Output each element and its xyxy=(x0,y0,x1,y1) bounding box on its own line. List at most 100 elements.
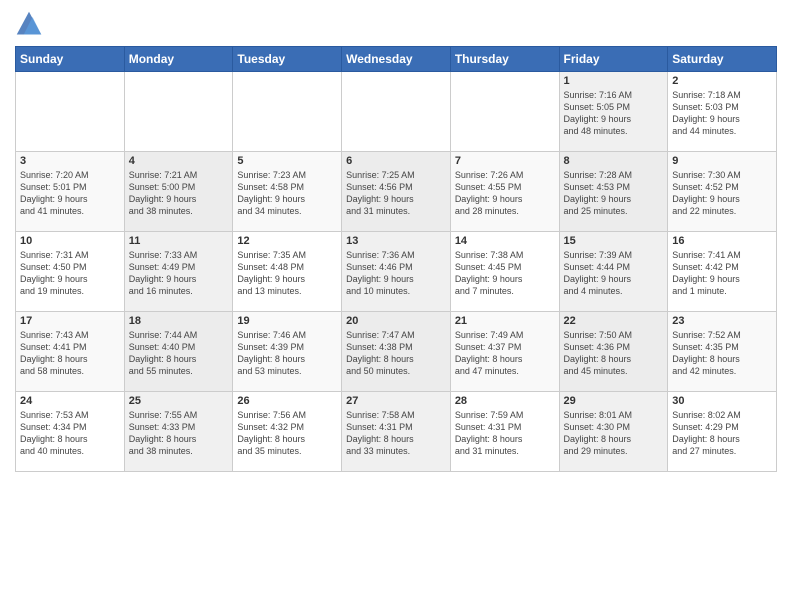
day-number: 2 xyxy=(672,75,772,87)
calendar-header-row: SundayMondayTuesdayWednesdayThursdayFrid… xyxy=(16,47,777,72)
calendar-cell: 18Sunrise: 7:44 AM Sunset: 4:40 PM Dayli… xyxy=(124,312,233,392)
day-number: 22 xyxy=(564,315,664,327)
day-info: Sunrise: 7:23 AM Sunset: 4:58 PM Dayligh… xyxy=(237,169,337,218)
calendar-cell: 10 Sunrise: 7:31 AM Sunset: 4:50 PM Dayli… xyxy=(16,232,125,312)
day-info: Sunrise: 7:36 AM Sunset: 4:46 PM Dayligh… xyxy=(346,249,446,298)
calendar-week-row: 3 Sunrise: 7:20 AM Sunset: 5:01 PM Daylig… xyxy=(16,152,777,232)
day-info: Sunrise: 8:02 AM Sunset: 4:29 PM Dayligh… xyxy=(672,409,772,458)
calendar-cell xyxy=(342,72,451,152)
day-header-saturday: Saturday xyxy=(668,47,777,72)
calendar-week-row: 1Sunrise: 7:16 AM Sunset: 5:05 PM Daylig… xyxy=(16,72,777,152)
day-number: 11 xyxy=(129,235,229,247)
day-number: 14 xyxy=(455,235,555,247)
day-number: 4 xyxy=(129,155,229,167)
day-number: 13 xyxy=(346,235,446,247)
calendar-cell: 26 Sunrise: 7:56 AM Sunset: 4:32 PM Dayli… xyxy=(233,392,342,472)
day-number: 29 xyxy=(564,395,664,407)
day-number: 8 xyxy=(564,155,664,167)
day-number: 5 xyxy=(237,155,337,167)
day-info: Sunrise: 7:47 AM Sunset: 4:38 PM Dayligh… xyxy=(346,329,446,378)
calendar-cell: 23 Sunrise: 7:52 AM Sunset: 4:35 PM Dayli… xyxy=(668,312,777,392)
calendar-cell: 28 Sunrise: 7:59 AM Sunset: 4:31 PM Dayli… xyxy=(450,392,559,472)
day-info: Sunrise: 7:39 AM Sunset: 4:44 PM Dayligh… xyxy=(564,249,664,298)
calendar-cell: 30Sunrise: 8:02 AM Sunset: 4:29 PM Dayli… xyxy=(668,392,777,472)
day-header-sunday: Sunday xyxy=(16,47,125,72)
calendar-cell: 24Sunrise: 7:53 AM Sunset: 4:34 PM Dayli… xyxy=(16,392,125,472)
day-info: Sunrise: 7:41 AM Sunset: 4:42 PM Dayligh… xyxy=(672,249,772,298)
calendar-cell: 9 Sunrise: 7:30 AM Sunset: 4:52 PM Daylig… xyxy=(668,152,777,232)
day-info: Sunrise: 7:20 AM Sunset: 5:01 PM Dayligh… xyxy=(20,169,120,218)
day-number: 19 xyxy=(237,315,337,327)
day-info: Sunrise: 7:26 AM Sunset: 4:55 PM Dayligh… xyxy=(455,169,555,218)
day-number: 28 xyxy=(455,395,555,407)
calendar-table: SundayMondayTuesdayWednesdayThursdayFrid… xyxy=(15,46,777,472)
page-container: SundayMondayTuesdayWednesdayThursdayFrid… xyxy=(0,0,792,477)
calendar-cell: 6 Sunrise: 7:25 AM Sunset: 4:56 PM Daylig… xyxy=(342,152,451,232)
day-info: Sunrise: 7:21 AM Sunset: 5:00 PM Dayligh… xyxy=(129,169,229,218)
day-info: Sunrise: 7:33 AM Sunset: 4:49 PM Dayligh… xyxy=(129,249,229,298)
day-number: 7 xyxy=(455,155,555,167)
day-info: Sunrise: 8:01 AM Sunset: 4:30 PM Dayligh… xyxy=(564,409,664,458)
calendar-cell xyxy=(450,72,559,152)
day-number: 24 xyxy=(20,395,120,407)
day-number: 9 xyxy=(672,155,772,167)
calendar-week-row: 24Sunrise: 7:53 AM Sunset: 4:34 PM Dayli… xyxy=(16,392,777,472)
calendar-week-row: 10 Sunrise: 7:31 AM Sunset: 4:50 PM Dayli… xyxy=(16,232,777,312)
day-info: Sunrise: 7:25 AM Sunset: 4:56 PM Dayligh… xyxy=(346,169,446,218)
day-header-friday: Friday xyxy=(559,47,668,72)
day-number: 15 xyxy=(564,235,664,247)
day-number: 3 xyxy=(20,155,120,167)
header xyxy=(15,10,777,38)
calendar-cell: 12 Sunrise: 7:35 AM Sunset: 4:48 PM Dayli… xyxy=(233,232,342,312)
day-info: Sunrise: 7:56 AM Sunset: 4:32 PM Dayligh… xyxy=(237,409,337,458)
day-info: Sunrise: 7:49 AM Sunset: 4:37 PM Dayligh… xyxy=(455,329,555,378)
day-info: Sunrise: 7:59 AM Sunset: 4:31 PM Dayligh… xyxy=(455,409,555,458)
day-header-monday: Monday xyxy=(124,47,233,72)
calendar-cell: 21 Sunrise: 7:49 AM Sunset: 4:37 PM Dayli… xyxy=(450,312,559,392)
day-number: 6 xyxy=(346,155,446,167)
day-info: Sunrise: 7:38 AM Sunset: 4:45 PM Dayligh… xyxy=(455,249,555,298)
calendar-cell: 4 Sunrise: 7:21 AM Sunset: 5:00 PM Daylig… xyxy=(124,152,233,232)
day-number: 20 xyxy=(346,315,446,327)
calendar-cell: 15 Sunrise: 7:39 AM Sunset: 4:44 PM Dayli… xyxy=(559,232,668,312)
calendar-cell: 8 Sunrise: 7:28 AM Sunset: 4:53 PM Daylig… xyxy=(559,152,668,232)
calendar-cell: 27Sunrise: 7:58 AM Sunset: 4:31 PM Dayli… xyxy=(342,392,451,472)
calendar-cell: 19 Sunrise: 7:46 AM Sunset: 4:39 PM Dayli… xyxy=(233,312,342,392)
calendar-cell: 11 Sunrise: 7:33 AM Sunset: 4:49 PM Dayli… xyxy=(124,232,233,312)
day-number: 16 xyxy=(672,235,772,247)
day-info: Sunrise: 7:46 AM Sunset: 4:39 PM Dayligh… xyxy=(237,329,337,378)
day-number: 21 xyxy=(455,315,555,327)
day-info: Sunrise: 7:30 AM Sunset: 4:52 PM Dayligh… xyxy=(672,169,772,218)
calendar-cell: 13 Sunrise: 7:36 AM Sunset: 4:46 PM Dayli… xyxy=(342,232,451,312)
calendar-cell: 29 Sunrise: 8:01 AM Sunset: 4:30 PM Dayli… xyxy=(559,392,668,472)
day-number: 18 xyxy=(129,315,229,327)
day-header-thursday: Thursday xyxy=(450,47,559,72)
day-header-wednesday: Wednesday xyxy=(342,47,451,72)
calendar-cell: 20 Sunrise: 7:47 AM Sunset: 4:38 PM Dayli… xyxy=(342,312,451,392)
calendar-cell: 5 Sunrise: 7:23 AM Sunset: 4:58 PM Daylig… xyxy=(233,152,342,232)
day-number: 12 xyxy=(237,235,337,247)
calendar-cell: 1Sunrise: 7:16 AM Sunset: 5:05 PM Daylig… xyxy=(559,72,668,152)
calendar-cell xyxy=(16,72,125,152)
day-number: 23 xyxy=(672,315,772,327)
day-info: Sunrise: 7:35 AM Sunset: 4:48 PM Dayligh… xyxy=(237,249,337,298)
calendar-cell: 25 Sunrise: 7:55 AM Sunset: 4:33 PM Dayli… xyxy=(124,392,233,472)
day-header-tuesday: Tuesday xyxy=(233,47,342,72)
day-number: 26 xyxy=(237,395,337,407)
day-info: Sunrise: 7:28 AM Sunset: 4:53 PM Dayligh… xyxy=(564,169,664,218)
calendar-cell: 22Sunrise: 7:50 AM Sunset: 4:36 PM Dayli… xyxy=(559,312,668,392)
day-info: Sunrise: 7:16 AM Sunset: 5:05 PM Dayligh… xyxy=(564,89,664,138)
day-info: Sunrise: 7:52 AM Sunset: 4:35 PM Dayligh… xyxy=(672,329,772,378)
day-info: Sunrise: 7:55 AM Sunset: 4:33 PM Dayligh… xyxy=(129,409,229,458)
calendar-cell: 7 Sunrise: 7:26 AM Sunset: 4:55 PM Daylig… xyxy=(450,152,559,232)
day-number: 17 xyxy=(20,315,120,327)
day-number: 10 xyxy=(20,235,120,247)
logo xyxy=(15,10,47,38)
day-info: Sunrise: 7:31 AM Sunset: 4:50 PM Dayligh… xyxy=(20,249,120,298)
calendar-cell: 16 Sunrise: 7:41 AM Sunset: 4:42 PM Dayli… xyxy=(668,232,777,312)
calendar-cell: 14 Sunrise: 7:38 AM Sunset: 4:45 PM Dayli… xyxy=(450,232,559,312)
day-info: Sunrise: 7:18 AM Sunset: 5:03 PM Dayligh… xyxy=(672,89,772,138)
calendar-cell xyxy=(233,72,342,152)
calendar-cell xyxy=(124,72,233,152)
day-number: 25 xyxy=(129,395,229,407)
